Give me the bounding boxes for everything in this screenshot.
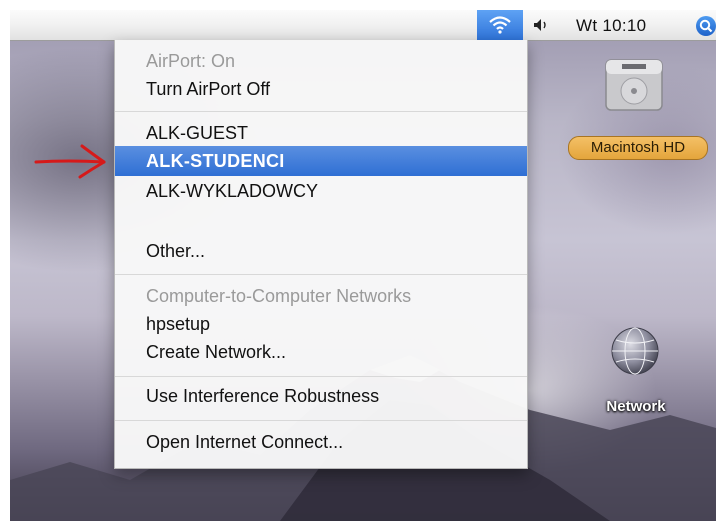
hard-drive-icon[interactable] — [602, 54, 666, 114]
computer-networks-header: Computer-to-Computer Networks — [146, 286, 412, 306]
network-item-hpsetup[interactable]: hpsetup — [115, 309, 527, 339]
airport-status: AirPort: On — [146, 51, 236, 71]
interference-robustness-item[interactable]: Use Interference Robustness — [115, 381, 527, 411]
menu-separator — [115, 420, 527, 421]
network-item-alk-studenci[interactable]: ALK-STUDENCI — [115, 146, 527, 176]
turn-airport-off-item[interactable]: Turn AirPort Off — [115, 74, 527, 104]
other-network-item[interactable]: Other... — [115, 236, 527, 266]
network-globe-icon[interactable] — [610, 326, 660, 376]
menu-separator — [115, 111, 527, 112]
network-label[interactable]: Network — [590, 398, 682, 415]
network-item-alk-wykladowcy[interactable]: ALK-WYKLADOWCY — [115, 176, 527, 206]
menu-separator — [115, 376, 527, 377]
spotlight-icon[interactable] — [696, 16, 716, 36]
open-internet-connect-item[interactable]: Open Internet Connect... — [115, 427, 527, 457]
airport-dropdown-menu: AirPort: On Turn AirPort Off ALK-GUEST A… — [114, 40, 528, 469]
volume-icon — [534, 19, 546, 31]
screen: Wt 10:10 AirPort: On Turn AirPort Off AL… — [10, 10, 716, 521]
menubar-clock[interactable]: Wt 10:10 — [576, 16, 646, 36]
menu-bar: Wt 10:10 — [10, 10, 716, 41]
network-item-alk-guest[interactable]: ALK-GUEST — [115, 118, 527, 148]
menu-separator — [115, 274, 527, 275]
volume-menu-extra[interactable] — [528, 10, 554, 40]
macintosh-hd-label[interactable]: Macintosh HD — [568, 136, 708, 160]
wifi-icon — [489, 16, 511, 34]
airport-menu-extra[interactable] — [477, 10, 523, 40]
red-arrow-annotation — [34, 144, 106, 179]
create-network-item[interactable]: Create Network... — [115, 337, 527, 367]
magnifier-icon — [699, 19, 713, 33]
